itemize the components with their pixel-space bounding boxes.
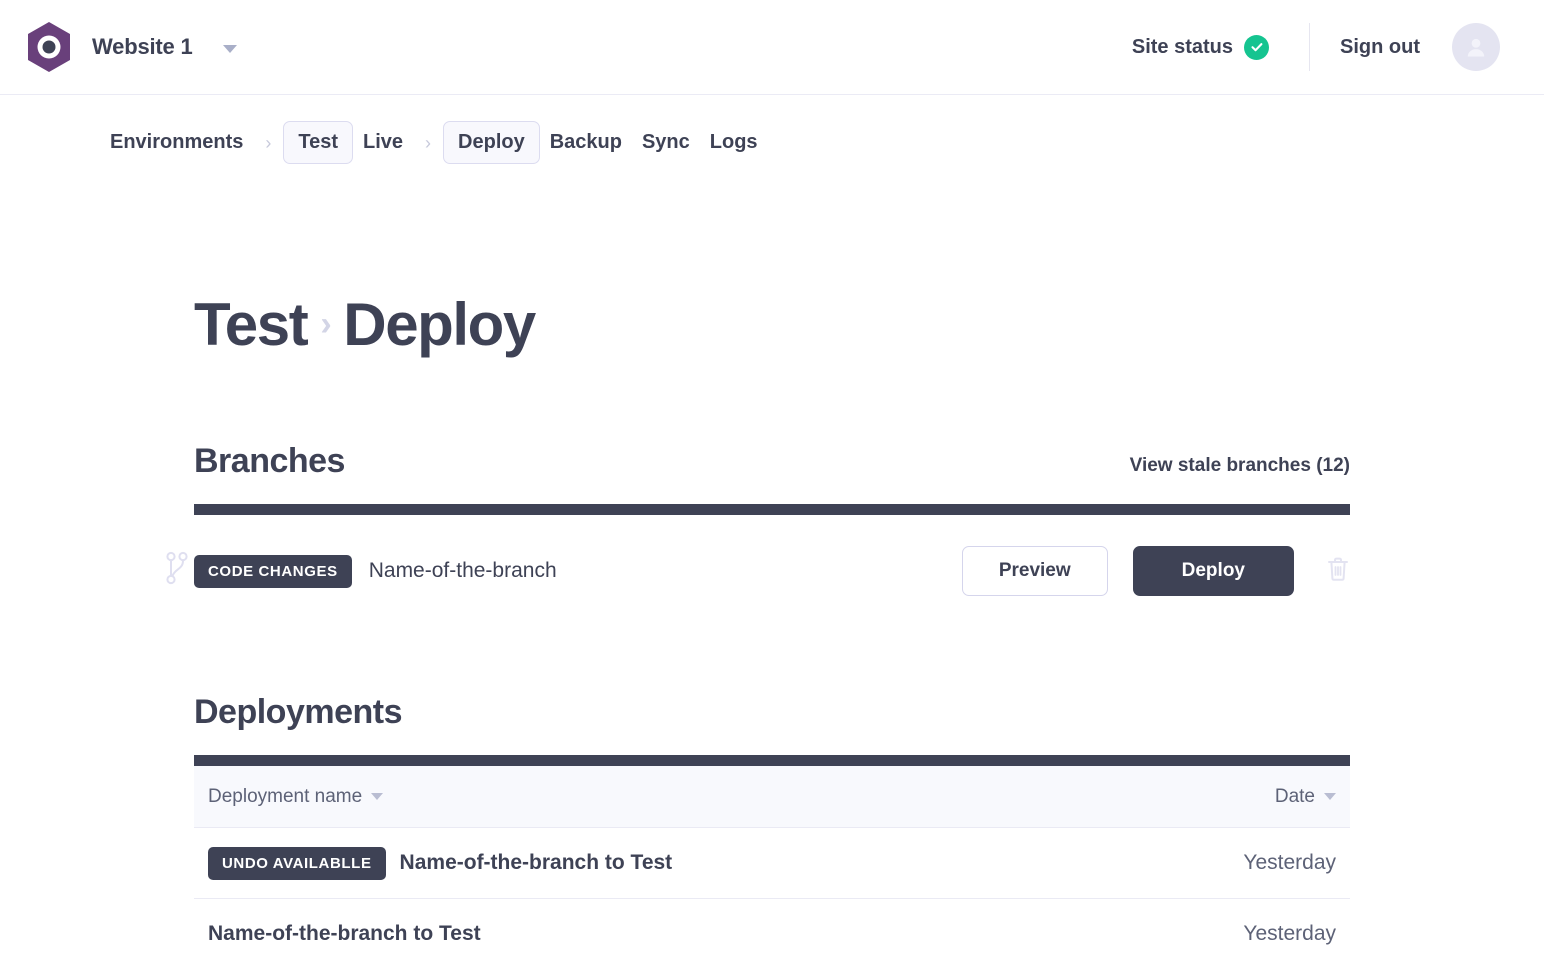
breadcrumb: Environments › Test Live › Deploy Backup… — [0, 95, 1544, 164]
page-title-environment: Test — [194, 290, 307, 359]
header-right-group: Site status Sign out — [1132, 23, 1500, 71]
deployment-name-label: Name-of-the-branch to Test — [400, 851, 673, 875]
breadcrumb-item-deploy[interactable]: Deploy — [443, 121, 540, 164]
breadcrumb-item-environments[interactable]: Environments — [100, 122, 253, 163]
brand-area[interactable]: Website 1 — [26, 21, 237, 73]
branches-section-header: Branches View stale branches (12) — [194, 442, 1350, 481]
page-title: Test › Deploy — [194, 290, 1350, 359]
breadcrumb-item-logs[interactable]: Logs — [700, 122, 768, 163]
column-header-date[interactable]: Date — [1275, 786, 1336, 808]
deployment-date-label: Yesterday — [1243, 922, 1336, 946]
site-name-label: Website 1 — [92, 34, 193, 60]
table-row[interactable]: UNDO AVAILABLLE Name-of-the-branch to Te… — [194, 828, 1350, 899]
sort-caret-icon[interactable] — [371, 793, 383, 800]
branch-row: CODE CHANGES Name-of-the-branch Preview … — [194, 532, 1350, 610]
breadcrumb-item-sync[interactable]: Sync — [632, 122, 700, 163]
deployments-section-header: Deployments — [194, 693, 1350, 732]
header-divider — [1309, 23, 1310, 71]
column-header-date-label: Date — [1275, 786, 1315, 808]
deployments-divider-bar — [194, 755, 1350, 766]
table-row[interactable]: Name-of-the-branch to Test Yesterday — [194, 899, 1350, 960]
top-header-bar: Website 1 Site status Sign out — [0, 0, 1544, 95]
site-status-indicator[interactable]: Site status — [1132, 35, 1269, 60]
hexagon-dot-logo-icon[interactable] — [26, 21, 72, 73]
branches-divider-bar — [194, 504, 1350, 515]
branch-status-badge: CODE CHANGES — [194, 555, 352, 588]
site-status-label: Site status — [1132, 36, 1233, 59]
branches-heading: Branches — [194, 442, 345, 481]
main-content: Test › Deploy Branches View stale branch… — [0, 290, 1544, 960]
sort-caret-icon[interactable] — [1324, 793, 1336, 800]
trash-icon — [1326, 556, 1350, 587]
breadcrumb-item-live[interactable]: Live — [353, 122, 413, 163]
breadcrumb-separator-icon: › — [265, 134, 271, 152]
deployments-heading: Deployments — [194, 693, 402, 732]
breadcrumb-separator-icon: › — [425, 134, 431, 152]
page-title-section: Deploy — [343, 290, 535, 359]
undo-available-badge: UNDO AVAILABLLE — [208, 847, 386, 880]
user-avatar-icon[interactable] — [1452, 23, 1500, 71]
chevron-down-icon[interactable] — [223, 45, 237, 53]
deployment-name-label: Name-of-the-branch to Test — [208, 922, 481, 946]
sign-out-button[interactable]: Sign out — [1340, 36, 1420, 59]
breadcrumb-item-backup[interactable]: Backup — [540, 122, 632, 163]
delete-branch-button[interactable] — [1326, 556, 1350, 587]
git-branch-icon — [166, 552, 188, 591]
column-header-deployment-name[interactable]: Deployment name — [208, 786, 383, 808]
breadcrumb-item-test[interactable]: Test — [283, 121, 353, 164]
page-title-separator-icon: › — [320, 305, 330, 344]
column-header-deployment-name-label: Deployment name — [208, 786, 362, 808]
view-stale-branches-link[interactable]: View stale branches (12) — [1130, 455, 1350, 481]
preview-button[interactable]: Preview — [962, 546, 1108, 596]
deployments-table-header: Deployment name Date — [194, 766, 1350, 828]
deploy-button[interactable]: Deploy — [1133, 546, 1294, 596]
branch-name-label: Name-of-the-branch — [369, 559, 557, 583]
branch-actions: Preview Deploy — [962, 546, 1350, 596]
check-circle-icon — [1244, 35, 1269, 60]
deployment-date-label: Yesterday — [1243, 851, 1336, 875]
